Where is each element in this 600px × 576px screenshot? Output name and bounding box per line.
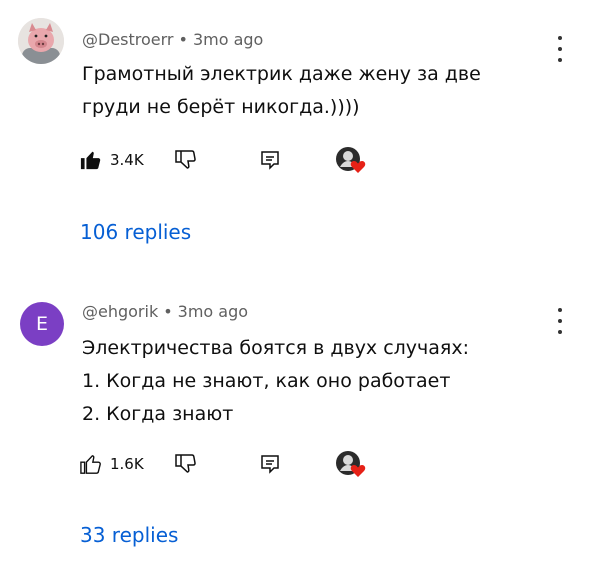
comment-text-line: 1. Когда не знают, как оно работает <box>82 370 451 392</box>
comment-text-line: 2. Когда знают <box>82 403 234 425</box>
comment-item: @Destroerr • 3mo ago Грамотный электрик да… <box>0 0 600 286</box>
thumbs-down-icon <box>175 454 196 473</box>
like-count: 3.4K <box>110 151 144 169</box>
like-button[interactable]: 3.4K <box>80 146 144 174</box>
more-options-icon[interactable] <box>553 36 567 62</box>
dislike-button[interactable] <box>174 146 198 174</box>
like-count: 1.6K <box>110 455 144 473</box>
user-avatar[interactable] <box>18 18 64 64</box>
comment-time: 3mo ago <box>192 30 264 49</box>
creator-heart-badge <box>334 146 368 174</box>
comment-text-line: груди не берёт никогда.)))) <box>82 96 360 118</box>
creator-heart-icon <box>336 451 366 477</box>
comment-text-line: Электричества боятся в двух случаях: <box>82 337 469 359</box>
like-button[interactable]: 1.6K <box>80 450 144 478</box>
view-replies-link[interactable]: 106 replies <box>80 220 191 244</box>
comment-text: Грамотный электрик даже жену за две груд… <box>82 58 542 124</box>
thumbs-up-icon <box>80 455 101 474</box>
reply-icon <box>261 455 279 474</box>
author-handle[interactable]: @Destroerr <box>82 30 174 49</box>
more-options-icon[interactable] <box>553 308 567 334</box>
comment-meta: @ehgorik • 3mo ago <box>82 302 248 321</box>
comment-actions: 1.6K <box>80 450 400 478</box>
pig-avatar-icon <box>18 18 64 64</box>
thumbs-down-icon <box>175 150 196 169</box>
creator-heart-badge <box>334 450 368 478</box>
creator-heart-icon <box>336 147 366 173</box>
reply-button[interactable] <box>260 450 280 478</box>
reply-icon <box>261 151 279 170</box>
comment-item: E @ehgorik • 3mo ago Электричества боятся … <box>0 286 600 576</box>
view-replies-link[interactable]: 33 replies <box>80 523 178 547</box>
user-avatar[interactable]: E <box>20 302 64 346</box>
comment-meta: @Destroerr • 3mo ago <box>82 30 263 49</box>
meta-separator: • <box>163 302 173 321</box>
comment-actions: 3.4K <box>80 146 400 174</box>
comment-text: Электричества боятся в двух случаях: 1. … <box>82 332 542 431</box>
comment-text-line: Грамотный электрик даже жену за две <box>82 63 481 85</box>
meta-separator: • <box>178 30 188 49</box>
dislike-button[interactable] <box>174 450 198 478</box>
reply-button[interactable] <box>260 146 280 174</box>
thumbs-up-filled-icon <box>80 151 101 170</box>
author-handle[interactable]: @ehgorik <box>82 302 158 321</box>
comment-time: 3mo ago <box>177 302 249 321</box>
